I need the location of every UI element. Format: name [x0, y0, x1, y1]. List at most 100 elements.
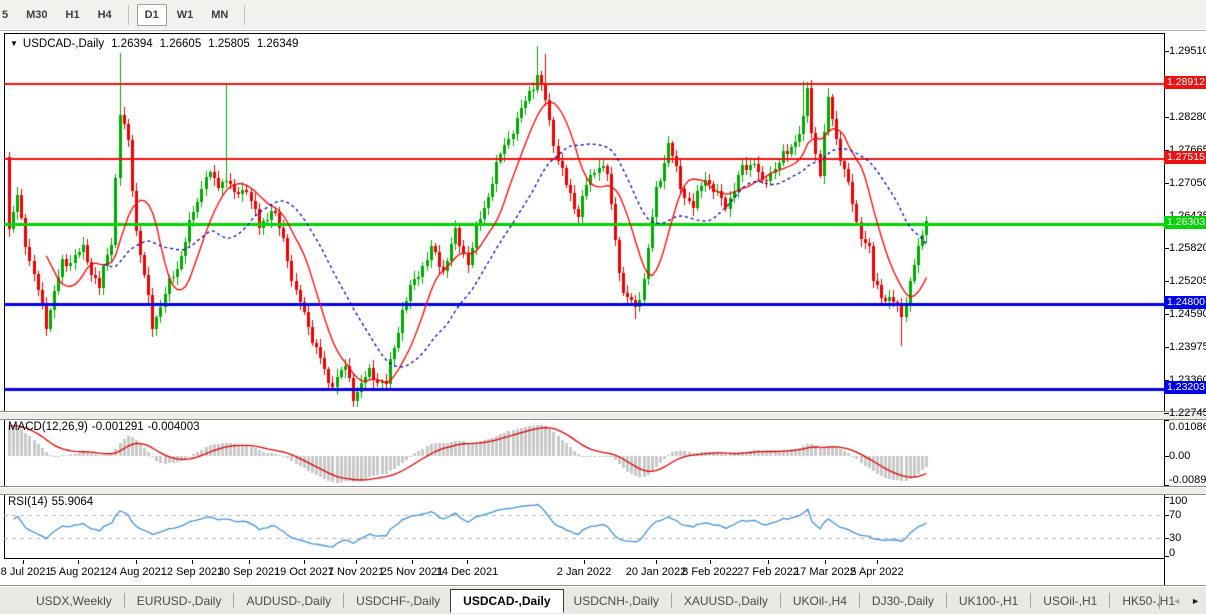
macd-main-value: -0.001291 — [91, 421, 144, 433]
rsi-axis-label: 0 — [1169, 547, 1176, 559]
tab-separator — [858, 593, 860, 608]
macd-axis-label: 0.00 — [1169, 450, 1191, 462]
price-level-tag: 1.26303 — [1164, 216, 1206, 229]
time-axis-label: 14 Dec 2021 — [435, 566, 499, 578]
rsi-axis-label: 100 — [1169, 495, 1188, 507]
rsi-indicator-label: RSI(14) 55.9064 — [8, 496, 93, 508]
symbol-tab-usoil[interactable]: USOil-,H1 — [1033, 590, 1107, 612]
price-axis-label: 1.28280 — [1169, 111, 1206, 123]
symbol-tab-uk100[interactable]: UK100-,H1 — [949, 590, 1028, 612]
chart-frame-bottom — [4, 558, 1164, 559]
price-chart-canvas[interactable] — [4, 34, 1164, 414]
tab-separator — [670, 593, 672, 608]
symbol-tab-ukoil[interactable]: UKOil-,H4 — [783, 590, 857, 612]
time-axis-label: 5 Aug 2021 — [50, 566, 106, 578]
time-axis-label: 20 Jan 2022 — [625, 566, 687, 578]
tab-scroll-right-icon[interactable]: ► — [1191, 596, 1200, 606]
toolbar-separator — [127, 5, 129, 25]
time-axis-tick — [768, 560, 769, 564]
time-axis-label: 27 Feb 2022 — [737, 566, 799, 578]
ohlc-low: 1.25805 — [208, 38, 250, 50]
rsi-axis-label: 70 — [1169, 509, 1182, 521]
time-axis-tick — [710, 560, 711, 564]
time-axis-label: 30 Sep 2021 — [217, 566, 281, 578]
time-axis-label: 24 Aug 2021 — [105, 566, 167, 578]
symbol-tab-bar: USDX,Weekly EURUSD-,Daily AUDUSD-,Daily USD… — [0, 586, 1206, 614]
tab-scroll-arrows: ◄ ► — [1157, 587, 1200, 615]
timeframe-button-m30[interactable]: M30 — [18, 4, 55, 26]
timeframe-button-5[interactable]: 5 — [0, 4, 16, 26]
symbol-tab-usdcnh[interactable]: USDCNH-,Daily — [564, 590, 669, 612]
time-axis-tick — [825, 560, 826, 564]
ohlc-high: 1.26605 — [159, 38, 202, 50]
time-axis-label: 17 Mar 2022 — [794, 566, 856, 578]
time-axis-tick — [584, 560, 585, 564]
time-axis-tick — [249, 560, 250, 564]
tab-separator — [343, 593, 345, 608]
price-level-tag: 1.28912 — [1164, 76, 1206, 89]
tab-separator — [233, 593, 235, 608]
symbol-tab-dj30[interactable]: DJ30-,Daily — [862, 590, 944, 612]
symbol-tab-usdcad[interactable]: USDCAD-,Daily — [450, 588, 564, 613]
price-level-tag: 1.23203 — [1164, 381, 1206, 394]
rsi-axis-label: 30 — [1169, 532, 1182, 544]
rsi-name: RSI(14) — [8, 496, 48, 508]
symbol-tab-audusd[interactable]: AUDUSD-,Daily — [236, 590, 341, 612]
macd-axis-label: -0.008974 — [1169, 474, 1206, 486]
symbol-tab-usdchf[interactable]: USDCHF-,Daily — [346, 590, 450, 612]
tab-separator — [1030, 593, 1032, 608]
timeframe-toolbar: 5 M30 H1 H4 D1 W1 MN — [0, 0, 1206, 31]
macd-indicator-label: MACD(12,26,9) -0.001291 -0.004003 — [8, 421, 199, 433]
symbol-tab-eurusd[interactable]: EURUSD-,Daily — [127, 590, 232, 612]
rsi-pane-canvas[interactable] — [4, 493, 1164, 558]
time-axis-tick — [356, 560, 357, 564]
time-axis-tick — [656, 560, 657, 564]
timeframe-button-d1[interactable]: D1 — [136, 4, 167, 26]
time-axis-tick — [412, 560, 413, 564]
tab-separator — [779, 593, 781, 608]
price-axis-label: 1.22745 — [1169, 407, 1206, 419]
price-axis-label: 1.29510 — [1169, 45, 1206, 57]
time-axis-tick — [23, 560, 24, 564]
time-axis-label: 5 Apr 2022 — [850, 566, 904, 578]
price-axis-label: 1.23975 — [1169, 341, 1206, 353]
time-axis-tick — [136, 560, 137, 564]
ohlc-open: 1.26394 — [111, 38, 153, 50]
timeframe-button-w1[interactable]: W1 — [169, 4, 202, 26]
time-axis-label: 19 Oct 2021 — [274, 566, 334, 578]
price-level-tag: 1.27515 — [1164, 151, 1206, 164]
timeframe-button-h1[interactable]: H1 — [58, 4, 88, 26]
symbol-tab-xauusd[interactable]: XAUUSD-,Daily — [674, 590, 778, 612]
toolbar-separator — [244, 5, 246, 25]
price-axis-label: 1.25205 — [1169, 275, 1206, 287]
tab-separator — [123, 593, 125, 608]
tab-separator — [1159, 593, 1161, 609]
time-axis-label: 2 Jan 2022 — [556, 566, 612, 578]
timeframe-button-h4[interactable]: H4 — [90, 4, 120, 26]
timeframe-button-mn[interactable]: MN — [203, 4, 236, 26]
time-axis-label: 12 Sep 2021 — [160, 566, 224, 578]
macd-signal-value: -0.004003 — [147, 421, 200, 433]
symbol-tab-usdx[interactable]: USDX,Weekly — [26, 590, 122, 612]
tab-separator — [1109, 593, 1111, 608]
price-scale-separator[interactable] — [1164, 33, 1165, 585]
pane-divider[interactable] — [0, 411, 1206, 420]
time-axis-label: 25 Nov 2021 — [380, 566, 444, 578]
chart-title: ▼ USDCAD-,Daily 1.26394 1.26605 1.25805 … — [10, 38, 298, 50]
tab-separator — [945, 593, 947, 608]
chart-dropdown-icon[interactable]: ▼ — [10, 40, 18, 48]
price-level-tag: 1.24800 — [1164, 296, 1206, 309]
ohlc-close: 1.26349 — [256, 38, 299, 50]
macd-name: MACD(12,26,9) — [8, 421, 88, 433]
pane-divider[interactable] — [0, 486, 1206, 495]
macd-axis-label: 0.010869 — [1169, 421, 1206, 433]
time-axis-tick — [304, 560, 305, 564]
time-axis-tick — [467, 560, 468, 564]
rsi-value: 55.9064 — [51, 496, 94, 508]
time-axis-label: 18 Jul 2021 — [0, 566, 52, 578]
time-axis-tick — [192, 560, 193, 564]
chart-symbol-label: USDCAD-,Daily — [22, 38, 105, 50]
time-axis-tick — [78, 560, 79, 564]
tab-scroll-left-icon[interactable]: ◄ — [1172, 596, 1181, 606]
time-axis-tick — [877, 560, 878, 564]
